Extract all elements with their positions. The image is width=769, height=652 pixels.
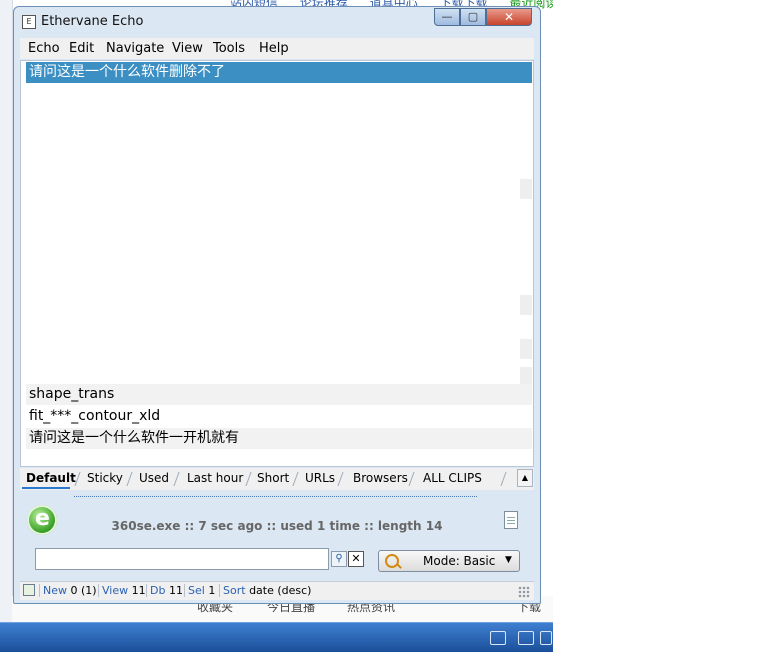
tab-separator <box>337 472 344 486</box>
status-separator <box>98 584 99 597</box>
mode-dropdown[interactable]: Mode: Basic ▼ <box>378 550 520 572</box>
clip-list[interactable]: 请问这是一个什么软件删除不了 shape_trans fit_***_conto… <box>20 60 534 467</box>
tab-separator <box>500 472 507 486</box>
tab-used[interactable]: Used <box>139 471 169 485</box>
status-separator <box>146 584 147 597</box>
tab-sticky[interactable]: Sticky <box>87 471 123 485</box>
status-separator <box>219 584 220 597</box>
ethervane-echo-window: E Ethervane Echo — ▢ ✕ Echo Edit Navigat… <box>13 6 541 604</box>
status-view-value: 11 <box>131 584 146 597</box>
status-db-label: Db <box>150 584 166 597</box>
background-page-edge <box>0 0 13 622</box>
tray-icon[interactable] <box>540 631 552 645</box>
taskbar <box>0 622 553 652</box>
tab-separator <box>173 472 180 486</box>
list-separator <box>520 339 532 359</box>
clip-info-panel: 360se.exe :: 7 sec ago :: used 1 time ::… <box>20 501 534 543</box>
status-view: View 11 <box>102 584 146 597</box>
status-separator <box>39 584 40 597</box>
status-db-value: 11 <box>168 584 183 597</box>
menu-navigate[interactable]: Navigate <box>106 41 164 56</box>
clear-icon[interactable]: ✕ <box>348 551 364 567</box>
status-new: New 0 (1) <box>43 584 97 597</box>
tab-last-hour[interactable]: Last hour <box>187 471 243 485</box>
window-title: Ethervane Echo <box>41 14 144 29</box>
status-sel: Sel 1 <box>188 584 215 597</box>
app-icon[interactable]: E <box>22 15 36 29</box>
status-sort-label: Sort <box>223 584 246 597</box>
menu-view[interactable]: View <box>172 41 203 56</box>
search-input[interactable] <box>35 548 329 570</box>
tab-separator <box>408 472 415 486</box>
tab-default[interactable]: Default <box>26 471 76 485</box>
status-sort-value: date (desc) <box>249 584 312 597</box>
status-new-label: New <box>43 584 67 597</box>
status-view-label: View <box>102 584 129 597</box>
clip-row[interactable]: 请问这是一个什么软件一开机就有 <box>26 428 532 449</box>
clip-info-text: 360se.exe :: 7 sec ago :: used 1 time ::… <box>111 519 443 533</box>
menu-bar: Echo Edit Navigate View Tools Help <box>20 38 534 59</box>
list-separator <box>520 179 532 199</box>
tab-urls[interactable]: URLs <box>305 471 335 485</box>
chevron-down-icon: ▼ <box>505 555 512 565</box>
clip-row[interactable]: fit_***_contour_xld <box>26 406 532 427</box>
tab-bar: Default Sticky Used Last hour Short URLs… <box>20 468 534 490</box>
mode-label: Mode: Basic <box>423 554 496 568</box>
search-icon[interactable]: ⚲ <box>331 551 347 567</box>
status-separator <box>184 584 185 597</box>
menu-help[interactable]: Help <box>259 41 289 56</box>
maximize-button[interactable]: ▢ <box>460 8 486 26</box>
clip-row-selected[interactable]: 请问这是一个什么软件删除不了 <box>26 62 532 83</box>
tab-separator <box>245 472 252 486</box>
network-icon[interactable] <box>518 631 534 645</box>
list-separator <box>520 295 532 315</box>
tab-separator <box>292 472 299 486</box>
resize-grip[interactable] <box>518 586 530 598</box>
status-bar: New 0 (1) View 11 Db 11 Sel 1 Sort date … <box>20 581 534 600</box>
document-icon[interactable] <box>504 511 518 529</box>
minimize-button[interactable]: — <box>434 8 460 26</box>
title-bar[interactable]: E Ethervane Echo — ▢ ✕ <box>14 7 540 37</box>
tab-short[interactable]: Short <box>257 471 289 485</box>
tab-browsers[interactable]: Browsers <box>353 471 408 485</box>
menu-tools[interactable]: Tools <box>213 41 245 56</box>
tab-all-clips[interactable]: ALL CLIPS <box>423 471 482 485</box>
status-db: Db 11 <box>150 584 183 597</box>
status-new-value: 0 (1) <box>70 584 97 597</box>
status-sel-value: 1 <box>208 584 216 597</box>
tab-separator <box>126 472 133 486</box>
menu-edit[interactable]: Edit <box>69 41 94 56</box>
status-icon[interactable] <box>23 584 35 596</box>
menu-echo[interactable]: Echo <box>28 41 60 56</box>
active-tab-indicator <box>22 487 70 489</box>
tab-strip-line <box>74 491 477 497</box>
tab-scroll-up-button[interactable]: ▲ <box>517 469 533 487</box>
clip-row[interactable]: shape_trans <box>26 384 532 405</box>
keyboard-icon[interactable] <box>490 631 506 645</box>
magnifier-icon <box>385 554 399 568</box>
status-sel-label: Sel <box>188 584 205 597</box>
close-button[interactable]: ✕ <box>486 8 532 26</box>
status-sort[interactable]: Sort date (desc) <box>223 584 311 597</box>
